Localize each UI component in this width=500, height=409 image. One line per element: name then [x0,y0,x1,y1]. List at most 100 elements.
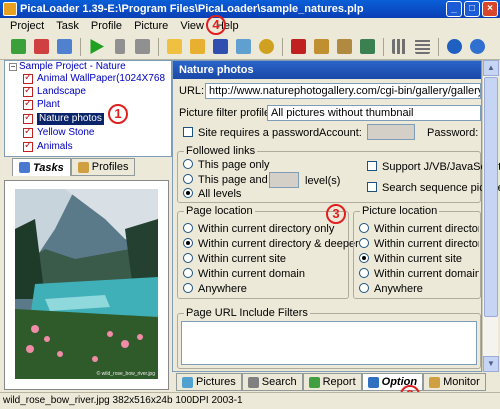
checkbox-icon[interactable] [23,85,33,97]
page-loc-option[interactable]: Within current directory & deeper [183,238,359,250]
thumbnail-view-button[interactable] [389,37,410,57]
tab-profiles-label: Profiles [91,161,129,173]
page-loc-option[interactable]: Within current site [183,253,286,265]
menu-picture[interactable]: Picture [128,18,174,34]
panel-title: Nature photos [173,61,481,79]
checkbox-icon[interactable] [23,140,33,152]
start-button[interactable] [86,37,107,57]
picture-preview[interactable]: © wild_rose_bow_river.jpg [4,180,169,390]
account-label: Account: [319,127,362,139]
tree-item[interactable]: Plant [37,99,60,111]
tree-item[interactable]: Landscape [37,86,86,98]
help-icon [470,39,485,54]
pic-loc-option[interactable]: Anywhere [359,283,479,295]
pic-loc-label: Within current domain [374,268,479,280]
tree-item-selected[interactable]: Nature photos [37,113,104,125]
this-page-only-label: This page only [198,159,270,171]
pic-loc-label: Within current site [374,253,463,265]
tree-item[interactable]: Animal WallPaper(1024X768 [37,73,165,85]
settings-button[interactable] [256,37,277,57]
delete-task-button[interactable] [31,37,52,57]
filter-profile-select[interactable]: All pictures without thumbnail [267,105,481,121]
pic-loc-option[interactable]: Within current directory [359,223,479,235]
toolbar-separator [80,37,81,56]
search-sequence-checkbox[interactable]: Search sequence pictures [367,182,500,194]
minimize-button[interactable]: _ [446,1,462,17]
checkbox-icon[interactable] [23,72,33,84]
export-button[interactable] [357,37,378,57]
checkbox-icon[interactable] [23,98,33,110]
page-loc-label: Within current directory & deeper [198,238,359,250]
menu-profile[interactable]: Profile [85,18,128,34]
pic-loc-option[interactable]: Within current domain [359,268,479,280]
filter-profile-label: Picture filter profile: [179,107,274,119]
toolbar [0,34,500,60]
new-project-button[interactable] [164,37,185,57]
toolbar-separator [438,37,439,56]
maximize-button[interactable]: □ [464,1,480,17]
export-icon [360,39,375,54]
menu-project[interactable]: Project [4,18,50,34]
collapse-icon[interactable]: − [9,63,17,71]
checkbox-icon[interactable] [23,126,33,138]
tab-report[interactable]: Report [302,373,362,391]
toolbar-separator [383,37,384,56]
scroll-down-icon[interactable]: ▼ [483,356,499,372]
tree-root[interactable]: Sample Project - Nature [19,61,126,73]
pic-loc-option[interactable]: Within current directory & deeper [359,238,479,250]
tab-pictures[interactable]: Pictures [176,373,242,391]
delete-button[interactable] [288,37,309,57]
this-page-only-radio[interactable]: This page only [183,159,270,171]
new-task-button[interactable] [8,37,29,57]
scroll-thumb[interactable] [484,77,498,317]
scroll-up-icon[interactable]: ▲ [483,60,499,76]
search-button[interactable] [233,37,254,57]
menu-view[interactable]: View [174,18,210,34]
tab-search[interactable]: Search [241,373,303,391]
this-page-and-radio[interactable]: This page and [183,174,268,186]
page-loc-label: Within current site [198,253,287,265]
close-button[interactable]: × [482,1,498,17]
open-project-button[interactable] [187,37,208,57]
page-loc-option[interactable]: Within current directory only [183,223,334,235]
save-project-button[interactable] [210,37,231,57]
stop-icon [135,39,150,54]
account-field[interactable] [367,124,415,140]
help-button[interactable] [467,37,488,57]
pic-loc-option[interactable]: Within current site [359,253,479,265]
stop-button[interactable] [132,37,153,57]
tree-item[interactable]: Animals [37,141,73,153]
copy-button[interactable] [311,37,332,57]
pic-loc-label: Within current directory & deeper [374,238,479,250]
status-bar: wild_rose_bow_river.jpg 382x516x24b 100D… [0,392,500,409]
tab-report-label: Report [322,376,356,388]
checkbox-icon[interactable] [23,112,33,124]
pause-button[interactable] [109,37,130,57]
properties-button[interactable] [54,37,75,57]
page-loc-option[interactable]: Anywhere [183,283,247,295]
requires-password-label: Site requires a password [198,127,320,139]
followed-links-label: Followed links [184,145,258,157]
vertical-scrollbar[interactable]: ▲ ▼ [482,60,499,372]
info-button[interactable] [444,37,465,57]
url-field[interactable]: http://www.naturephotogallery.com/cgi-bi… [205,83,481,99]
open-folder-icon [190,39,205,54]
tree-item[interactable]: Yellow Stone [37,127,94,139]
tab-tasks[interactable]: Tasks [12,158,71,176]
menu-task[interactable]: Task [50,18,85,34]
include-filters-textarea[interactable] [181,321,477,365]
requires-password-checkbox[interactable]: Site requires a password [183,127,319,139]
tab-monitor[interactable]: Monitor [423,373,486,391]
tab-profiles[interactable]: Profiles [70,158,136,176]
all-levels-radio[interactable]: All levels [183,188,241,200]
gear-icon [259,39,274,54]
support-js-checkbox[interactable]: Support J/VB/JavaScript [367,161,500,173]
levels-field[interactable] [269,172,299,188]
move-button[interactable] [334,37,355,57]
project-tree[interactable]: − Sample Project - Nature Animal WallPap… [4,60,172,157]
monitor-icon [429,376,441,388]
list-view-button[interactable] [412,37,433,57]
toolbar-separator [158,37,159,56]
pictures-icon [182,376,193,388]
page-loc-option[interactable]: Within current domain [183,268,305,280]
